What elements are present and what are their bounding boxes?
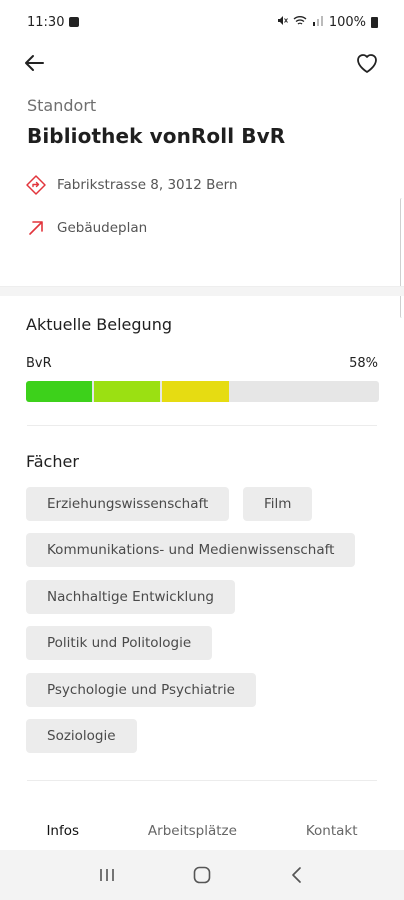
subjects-section-title: Fächer [26, 452, 79, 471]
occupancy-row: BvR 58% [26, 356, 378, 371]
status-time: 11:30 [27, 14, 65, 30]
divider [27, 780, 377, 781]
chevron-left-icon [291, 867, 301, 883]
mute-icon [277, 15, 288, 30]
subject-chip[interactable]: Psychologie und Psychiatrie [26, 673, 256, 707]
recent-apps-button[interactable] [92, 860, 122, 890]
tab-kontakt[interactable]: Kontakt [298, 819, 366, 843]
occupancy-bar [26, 381, 379, 402]
favorite-button[interactable] [354, 50, 380, 76]
system-nav-bar [0, 850, 404, 900]
home-icon [193, 866, 211, 884]
page-title: Bibliothek vonRoll BvR [27, 124, 286, 148]
tab-bar: Infos Arbeitsplätze Kontakt [0, 813, 404, 849]
message-notification-icon [69, 17, 80, 27]
divider [27, 425, 377, 426]
arrow-up-right-icon [25, 217, 47, 239]
home-button[interactable] [187, 860, 217, 890]
wifi-icon [293, 15, 307, 30]
address-text: Fabrikstrasse 8, 3012 Bern [57, 177, 238, 193]
subject-chip[interactable]: Film [243, 487, 313, 521]
arrow-left-icon [25, 55, 44, 71]
location-pin-icon [25, 174, 47, 196]
subject-chip[interactable]: Politik und Politologie [26, 626, 213, 660]
location-eyebrow: Standort [27, 96, 97, 115]
back-button[interactable] [22, 50, 48, 76]
address-row: Fabrikstrasse 8, 3012 Bern [25, 174, 238, 196]
tab-infos[interactable]: Infos [38, 819, 87, 843]
occupancy-section-title: Aktuelle Belegung [26, 315, 172, 334]
tab-arbeitsplaetze[interactable]: Arbeitsplätze [140, 819, 245, 843]
occupancy-bar-segment [94, 381, 161, 402]
system-back-button[interactable] [282, 860, 312, 890]
building-plan-label: Gebäudeplan [57, 220, 148, 236]
recents-icon [100, 869, 115, 881]
status-bar: 11:30 100% [0, 0, 404, 44]
occupancy-label: BvR [26, 356, 52, 371]
signal-icon [312, 15, 324, 30]
location-header: Standort Bibliothek vonRoll BvR [27, 96, 384, 148]
occupancy-bar-segment [162, 381, 229, 402]
battery-percent: 100% [328, 14, 366, 30]
subject-chip[interactable]: Soziologie [26, 719, 137, 753]
subject-chip[interactable]: Nachhaltige Entwicklung [26, 580, 235, 614]
occupancy-percent: 58% [349, 356, 378, 371]
section-divider [0, 286, 404, 296]
subject-chip[interactable]: Erziehungswissenschaft [26, 487, 230, 521]
subject-chip[interactable]: Kommunikations- und Medienwissenschaft [26, 533, 356, 567]
heart-icon [357, 54, 377, 73]
building-plan-link[interactable]: Gebäudeplan [25, 217, 147, 239]
app-bar [0, 44, 404, 84]
scroll-indicator [400, 198, 404, 318]
battery-icon [371, 16, 378, 28]
occupancy-bar-segment [26, 381, 93, 402]
